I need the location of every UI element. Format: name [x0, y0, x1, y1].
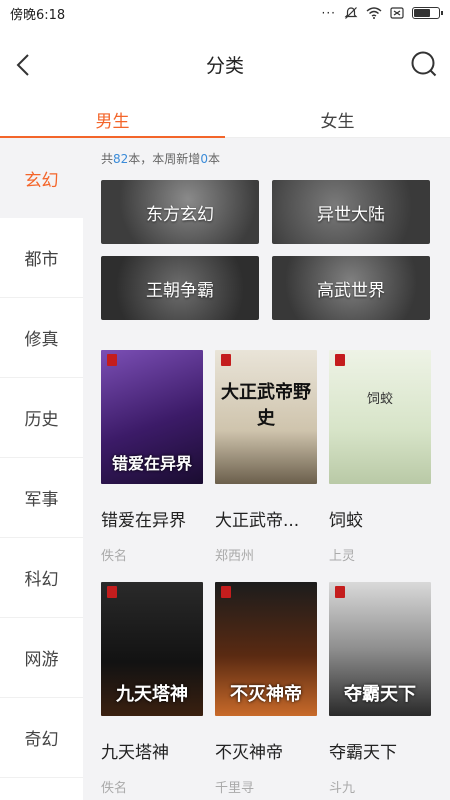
book-author: 斗九: [329, 781, 356, 796]
book-title: 不灭神帝: [215, 743, 283, 763]
cover-title: 九天塔神: [116, 684, 188, 705]
book-count-summary: 共82本，本周新增0本: [101, 152, 220, 166]
book-author: 上灵: [329, 549, 356, 564]
sidebar-item-lishi[interactable]: 历史: [0, 378, 83, 458]
notification-mute-icon: [344, 7, 358, 19]
book-cover: 饲蛟: [329, 350, 431, 484]
search-icon: [411, 51, 437, 77]
book-author: 佚名: [101, 781, 128, 796]
page-title: 分类: [205, 54, 244, 77]
book-card[interactable]: 饲蛟 饲蛟 上灵: [329, 350, 431, 564]
cover-title: 大正武帝野史: [221, 382, 311, 429]
book-title: 饲蛟: [329, 511, 363, 531]
book-title: 九天塔神: [101, 743, 169, 763]
sidebar-item-dushi[interactable]: 都市: [0, 218, 83, 298]
book-card[interactable]: 大正武帝野史 大正武帝... 郑西州: [215, 350, 317, 564]
cover-title: 夺霸天下: [344, 684, 416, 705]
sidebar-item-qihuan[interactable]: 奇幻: [0, 698, 83, 778]
sidebar-item-kehuan[interactable]: 科幻: [0, 538, 83, 618]
book-cover: 大正武帝野史: [215, 350, 317, 484]
more-dots-icon: ···: [321, 6, 336, 20]
book-cover: 错爱在异界: [101, 350, 203, 484]
publisher-badge-icon: [107, 354, 117, 366]
publisher-badge-icon: [335, 354, 345, 366]
publisher-badge-icon: [335, 586, 345, 598]
book-title: 夺霸天下: [329, 743, 397, 763]
cover-title: 饲蛟: [366, 392, 393, 407]
back-button[interactable]: [10, 50, 36, 80]
subcategory-dongfang-xuanhuan[interactable]: 东方玄幻: [101, 180, 259, 244]
search-button[interactable]: [410, 50, 438, 78]
book-card[interactable]: 错爱在异界 错爱在异界 佚名: [101, 350, 203, 564]
status-icons: ···: [321, 6, 443, 20]
book-card[interactable]: 不灭神帝 不灭神帝 千里寻: [215, 582, 317, 796]
battery-icon: [412, 7, 443, 19]
sidebar-item-wangyou[interactable]: 网游: [0, 618, 83, 698]
book-title: 错爱在异界: [101, 511, 186, 531]
book-grid: 错爱在异界 错爱在异界 佚名 大正武帝野史 大正武帝... 郑西州 饲蛟 饲蛟 …: [101, 350, 433, 796]
back-arrow-icon: [16, 54, 29, 76]
status-time: 傍晚6:18: [10, 7, 66, 23]
app-header: 分类: [0, 26, 450, 102]
book-title: 大正武帝...: [215, 511, 300, 531]
subcategory-yishi-dalu[interactable]: 异世大陆: [272, 180, 430, 244]
new-count: 0: [200, 152, 208, 166]
gender-tabs: 男生 女生: [0, 102, 450, 138]
book-author: 佚名: [101, 549, 128, 564]
subcategory-grid: 东方玄幻 异世大陆 王朝争霸 高武世界: [101, 180, 431, 320]
publisher-badge-icon: [221, 586, 231, 598]
tab-female[interactable]: 女生: [225, 102, 450, 137]
book-author: 郑西州: [215, 549, 255, 564]
cover-title: 错爱在异界: [111, 454, 192, 473]
sidebar-item-junshi[interactable]: 军事: [0, 458, 83, 538]
sidebar-item-xuanhuan[interactable]: 玄幻: [0, 138, 83, 218]
sidebar-item-xiuzhen[interactable]: 修真: [0, 298, 83, 378]
total-count: 82: [113, 152, 129, 166]
book-cover: 九天塔神: [101, 582, 203, 716]
book-card[interactable]: 九天塔神 九天塔神 佚名: [101, 582, 203, 796]
tab-male[interactable]: 男生: [0, 102, 225, 138]
category-content: 共82本，本周新增0本 东方玄幻 异世大陆 王朝争霸 高武世界 错爱在异界 错爱…: [83, 138, 450, 800]
book-cover: 夺霸天下: [329, 582, 431, 716]
publisher-badge-icon: [221, 354, 231, 366]
subcategory-gaowu-shijie[interactable]: 高武世界: [272, 256, 430, 320]
status-bar: 傍晚6:18 ···: [0, 0, 450, 26]
book-card[interactable]: 夺霸天下 夺霸天下 斗九: [329, 582, 431, 796]
book-cover: 不灭神帝: [215, 582, 317, 716]
subcategory-wangchao-zhengba[interactable]: 王朝争霸: [101, 256, 259, 320]
publisher-badge-icon: [107, 586, 117, 598]
wifi-icon: [366, 7, 382, 19]
cover-title: 不灭神帝: [230, 684, 302, 705]
book-author: 千里寻: [215, 781, 255, 796]
sim-card-icon: [390, 7, 404, 19]
category-sidebar: 玄幻 都市 修真 历史 军事 科幻 网游 奇幻: [0, 138, 83, 800]
